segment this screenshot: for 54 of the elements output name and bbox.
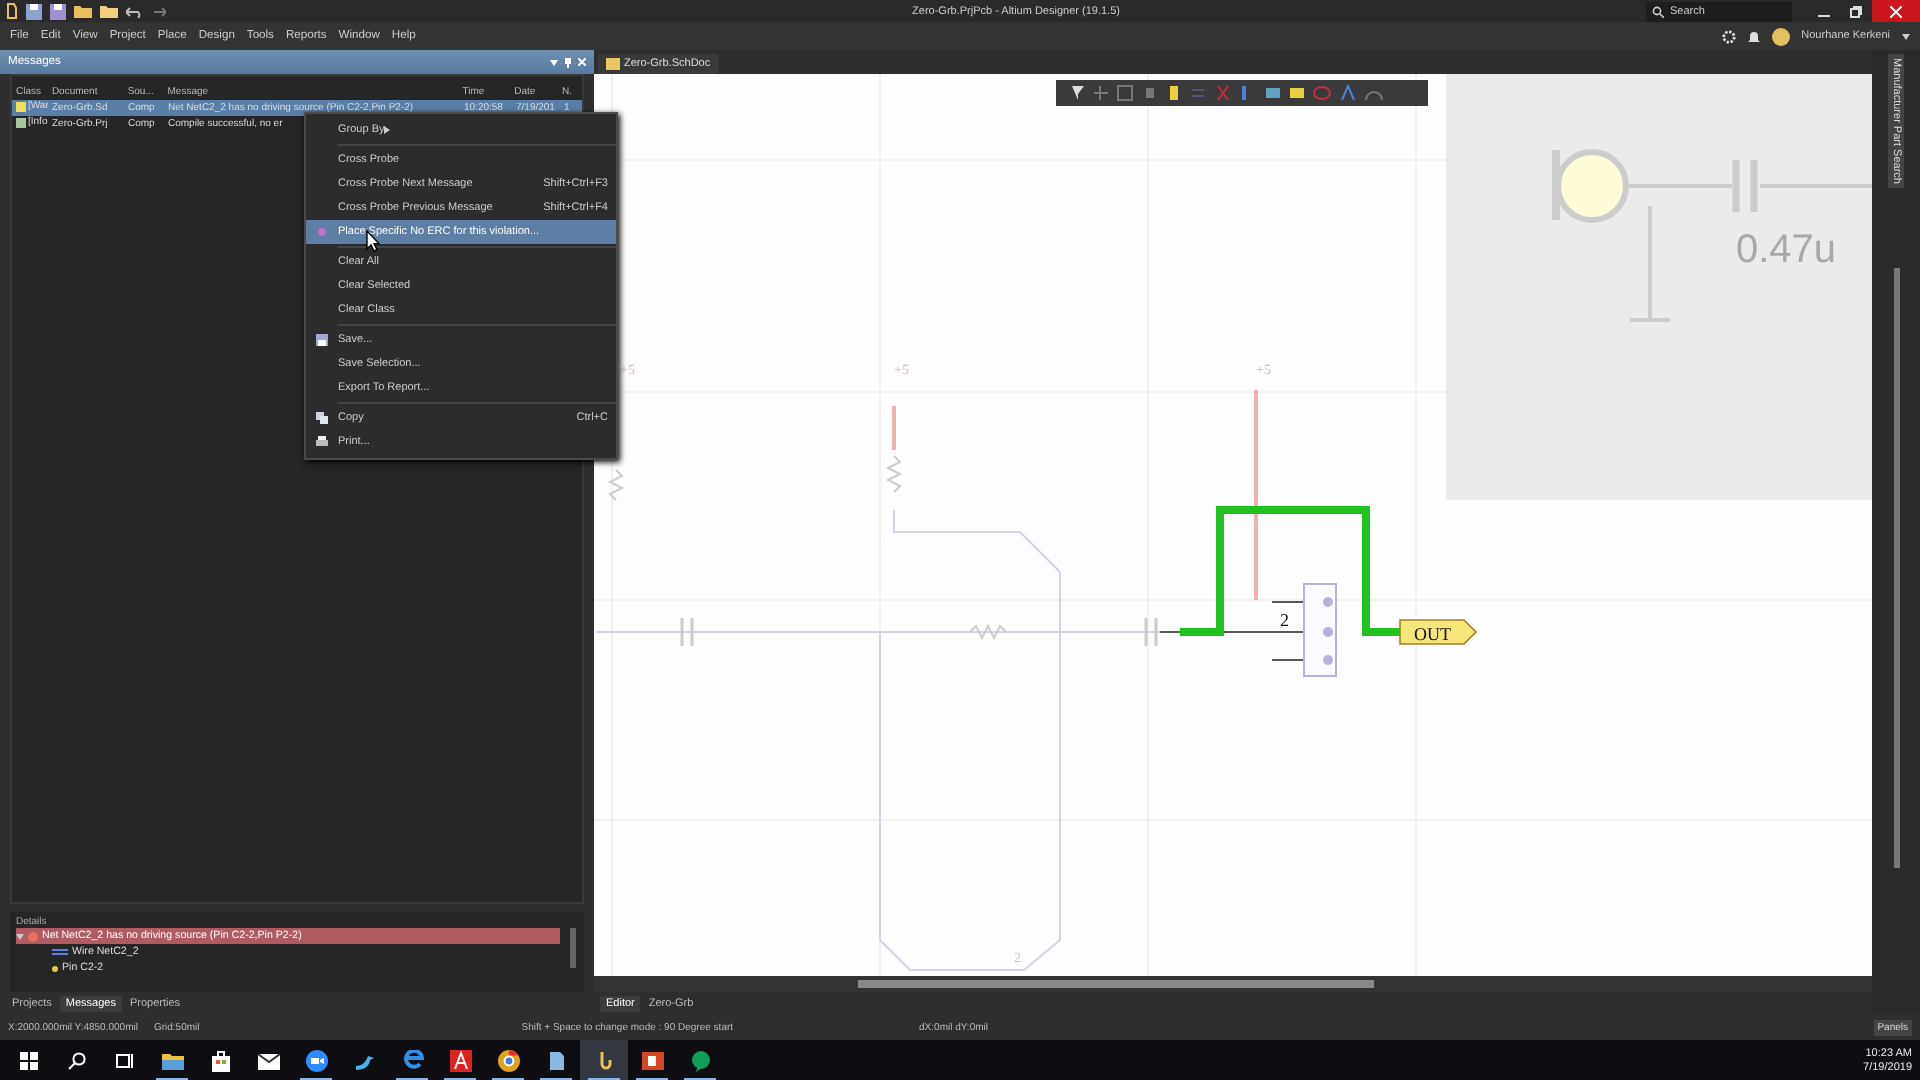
close-icon[interactable]: [578, 58, 586, 66]
app-logo-icon[interactable]: [6, 2, 18, 20]
resistor-symbol: [607, 469, 625, 501]
net-port[interactable]: OUT: [1399, 619, 1478, 645]
taskbar-app[interactable]: [580, 1040, 628, 1080]
floppy-disks-icon[interactable]: [50, 3, 66, 19]
folder-icon: [161, 1049, 183, 1071]
browser-circle-icon: [497, 1049, 519, 1071]
pin-label: 2: [1280, 610, 1289, 630]
shopping-bag-icon: [209, 1049, 231, 1071]
search-icon: [67, 1051, 85, 1069]
close-button[interactable]: [1872, 0, 1920, 22]
windows-logo-icon: [19, 1051, 37, 1069]
envelope-icon: [257, 1049, 279, 1071]
gear-icon[interactable]: [1721, 29, 1736, 43]
wire-icon: [52, 948, 68, 956]
document-icon: [606, 58, 620, 70]
horizontal-scrollbar[interactable]: [594, 976, 1872, 992]
dropdown-icon[interactable]: [550, 58, 558, 66]
undo-icon[interactable]: [126, 5, 142, 17]
chat-bubble-icon: [689, 1049, 711, 1071]
video-camera-icon: [305, 1049, 327, 1071]
connector-symbol: [1303, 583, 1337, 677]
capacitor-symbol: [680, 616, 694, 648]
bell-icon[interactable]: [1747, 29, 1760, 43]
avatar-icon[interactable]: [1771, 27, 1790, 45]
task-view-icon: [115, 1051, 133, 1069]
pin-icon[interactable]: [564, 57, 572, 67]
dot-icon: [318, 228, 326, 236]
presentation-icon: [641, 1049, 663, 1071]
pin-icon: [52, 965, 58, 971]
expand-arrow-icon[interactable]: [16, 932, 24, 940]
restore-icon: [1850, 5, 1862, 17]
letter-a-icon: [449, 1049, 471, 1071]
scrollbar-thumb[interactable]: [858, 980, 1374, 988]
printer-icon: [316, 436, 328, 448]
resistor-symbol: [885, 455, 903, 493]
capacitor-value: 0.47u: [1736, 228, 1837, 272]
document-icon: [545, 1049, 567, 1071]
microphone-symbol: [1552, 149, 1629, 223]
submenu-arrow-icon: [384, 126, 391, 134]
floppy-disk-icon: [316, 334, 328, 346]
caret-icon[interactable]: [1902, 33, 1910, 39]
browser-e-icon: [401, 1049, 423, 1071]
capacitor-symbol: [1144, 616, 1158, 648]
redo-icon[interactable]: [150, 5, 166, 17]
resistor-symbol: [969, 623, 1007, 641]
copy-icon: [316, 412, 328, 424]
error-icon: [28, 931, 38, 941]
close-icon: [1890, 5, 1902, 17]
schematic-toolbar[interactable]: [1056, 80, 1428, 106]
scrollbar[interactable]: [570, 928, 576, 968]
capacitor-symbol: [1732, 156, 1758, 216]
vertical-scrollbar[interactable]: [1893, 267, 1899, 868]
